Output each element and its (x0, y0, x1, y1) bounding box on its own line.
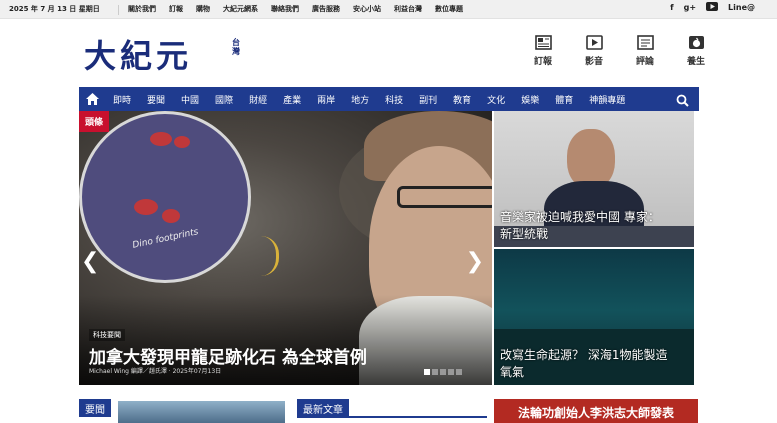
nav-item-entertainment[interactable]: 娛樂 (521, 93, 539, 106)
top-link-contact[interactable]: 聯絡我們 (271, 4, 299, 14)
nav-item-china[interactable]: 中國 (181, 93, 199, 106)
announcement-banner[interactable]: 法輪功創始人李洪志大師發表 (494, 399, 698, 423)
video-icon (585, 35, 603, 50)
nav-item-headline[interactable]: 要聞 (147, 93, 165, 106)
top-link-digital[interactable]: 數位專題 (435, 4, 463, 14)
nav-item-industry[interactable]: 產業 (283, 93, 301, 106)
current-date: 2025 年 7 月 13 日 星期日 (9, 5, 100, 13)
pointer-arrow (261, 236, 279, 276)
search-button[interactable] (676, 92, 689, 111)
nav-item-instant[interactable]: 即時 (113, 93, 131, 106)
headline-slider[interactable]: Dino footprints 頭條 ❮ ❯ 科技要聞 加拿大發現甲龍足跡化石 … (79, 111, 492, 385)
side-story-1-line1: 音樂家被迫喊我愛中國 專家： (500, 210, 660, 224)
newspaper-icon (534, 35, 552, 50)
hero-byline: Michael Wing 編譯／趙氏澤 · 2025年07月13日 (89, 368, 222, 375)
main-nav: 即時 要聞 中國 國際 財經 產業 兩岸 地方 科技 副刊 教育 文化 娛樂 體… (79, 87, 699, 111)
side-story-2[interactable]: 改寫生命起源？ 深海1物能製造 氧氣 (494, 249, 694, 385)
slider-dot[interactable] (456, 369, 462, 375)
footprint-mark (174, 136, 190, 148)
home-icon (85, 93, 99, 105)
googleplus-icon[interactable]: g+ (684, 3, 696, 12)
top-link-about[interactable]: 關於我們 (128, 4, 156, 14)
logo-text: 大紀元 (84, 37, 193, 75)
top-bar: 2025 年 7 月 13 日 星期日 關於我們 訂報 購物 大紀元網系 聯絡我… (0, 0, 777, 19)
nav-item-finance[interactable]: 財經 (249, 93, 267, 106)
top-links: 關於我們 訂報 購物 大紀元網系 聯絡我們 廣告服務 安心小站 利益台灣 數位專… (128, 4, 476, 14)
nav-item-shenyun[interactable]: 神韻專題 (589, 93, 625, 106)
apple-icon (688, 36, 704, 49)
side-story-1[interactable]: 音樂家被迫喊我愛中國 專家： 新型統戰 (494, 111, 694, 247)
tool-health-label: 養生 (686, 57, 705, 67)
top-link-shop[interactable]: 購物 (196, 4, 210, 14)
facebook-icon[interactable]: f (670, 3, 673, 12)
social-links: f g+ Line@ (660, 2, 755, 13)
search-icon (676, 94, 689, 107)
top-link-subscribe[interactable]: 訂報 (169, 4, 183, 14)
line-link[interactable]: Line@ (728, 3, 755, 12)
header-tools: 訂報 影音 評論 養生 (519, 35, 723, 67)
headline-tag: 頭條 (79, 111, 110, 132)
top-link-safe[interactable]: 安心小站 (353, 4, 381, 14)
nav-item-supplement[interactable]: 副刊 (419, 93, 437, 106)
nav-item-sports[interactable]: 體育 (555, 93, 573, 106)
slider-dot[interactable] (424, 369, 430, 375)
tool-video[interactable]: 影音 (570, 35, 618, 67)
tool-video-label: 影音 (584, 57, 603, 67)
next-slide-icon[interactable]: ❯ (466, 249, 484, 274)
prev-slide-icon[interactable]: ❮ (81, 249, 99, 274)
tool-subscribe-label: 訂報 (533, 57, 552, 67)
site-logo[interactable]: 大紀元 台灣 (84, 31, 240, 77)
section-latest-header[interactable]: 最新文章 (297, 399, 349, 417)
footprint-mark (134, 199, 158, 215)
inset-caption: Dino footprints (131, 227, 200, 251)
side-story-2-title[interactable]: 改寫生命起源？ 深海1物能製造 氧氣 (500, 347, 667, 381)
hero-photo-glasses (397, 186, 492, 208)
nav-item-tech[interactable]: 科技 (385, 93, 403, 106)
tool-subscribe[interactable]: 訂報 (519, 35, 567, 67)
nav-item-international[interactable]: 國際 (215, 93, 233, 106)
side-story-2-line2: 氧氣 (500, 365, 525, 379)
youtube-icon[interactable] (706, 2, 719, 13)
nav-item-cross-strait[interactable]: 兩岸 (317, 93, 335, 106)
comment-icon (636, 35, 654, 50)
slider-dot[interactable] (440, 369, 446, 375)
slider-dot[interactable] (448, 369, 454, 375)
tool-comment-label: 評論 (635, 57, 654, 67)
news-thumbnail[interactable] (118, 401, 285, 423)
hero-category[interactable]: 科技要聞 (89, 329, 125, 341)
side-story-1-line2: 新型統戰 (500, 227, 549, 241)
footprint-inset: Dino footprints (79, 111, 251, 283)
top-link-network[interactable]: 大紀元網系 (223, 4, 258, 14)
tool-health[interactable]: 養生 (672, 35, 720, 67)
section-news-header[interactable]: 要聞 (79, 399, 111, 417)
slider-dot[interactable] (432, 369, 438, 375)
side-story-2-line1: 改寫生命起源？ 深海1物能製造 (500, 348, 668, 362)
slider-dots (424, 369, 464, 375)
section-underline (297, 416, 487, 418)
nav-item-local[interactable]: 地方 (351, 93, 369, 106)
hero-title[interactable]: 加拿大發現甲龍足跡化石 為全球首例 (89, 343, 367, 368)
logo-region: 台灣 (232, 38, 240, 56)
home-button[interactable] (79, 87, 105, 111)
nav-item-culture[interactable]: 文化 (487, 93, 505, 106)
top-link-benefit[interactable]: 利益台灣 (394, 4, 422, 14)
side-photo-face (567, 129, 615, 189)
divider (118, 5, 119, 15)
nav-item-education[interactable]: 教育 (453, 93, 471, 106)
tool-comment[interactable]: 評論 (621, 35, 669, 67)
top-link-ads[interactable]: 廣告服務 (312, 4, 340, 14)
side-story-1-title[interactable]: 音樂家被迫喊我愛中國 專家： 新型統戰 (500, 209, 660, 243)
footprint-mark (150, 132, 172, 146)
footprint-mark (162, 209, 180, 223)
